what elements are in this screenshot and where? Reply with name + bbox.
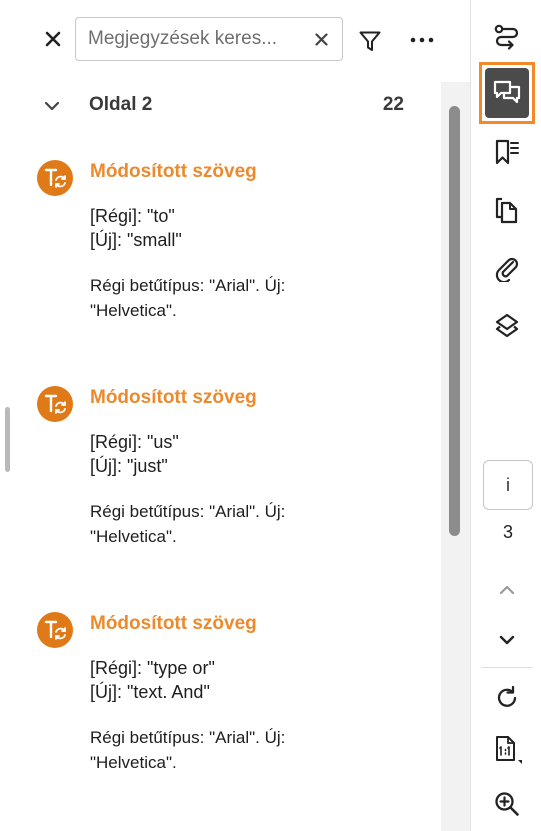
chevron-down-icon bbox=[40, 94, 64, 118]
comments-button[interactable] bbox=[485, 68, 529, 118]
page-group-header[interactable]: Oldal 2 22 bbox=[0, 86, 440, 124]
filter-button[interactable] bbox=[355, 26, 385, 56]
zoom-in-button[interactable] bbox=[483, 782, 531, 826]
attachments-button[interactable] bbox=[483, 246, 531, 290]
comment-item[interactable]: Módosított szöveg [Régi]: "to" [Új]: "sm… bbox=[0, 160, 440, 360]
attachment-icon bbox=[495, 257, 519, 282]
more-options-button[interactable] bbox=[406, 26, 438, 54]
avatar bbox=[37, 160, 73, 196]
avatar bbox=[37, 386, 73, 422]
text-replace-icon bbox=[44, 620, 66, 640]
comment-new-text: [Új]: "just" bbox=[90, 456, 168, 476]
search-box bbox=[75, 17, 343, 61]
previous-page-button[interactable] bbox=[483, 568, 531, 612]
scrollbar-thumb[interactable] bbox=[449, 106, 460, 536]
more-horizontal-icon bbox=[410, 37, 434, 43]
comment-font-change-cont: "Helvetica". bbox=[90, 753, 177, 772]
text-replace-icon bbox=[44, 394, 66, 414]
layers-icon bbox=[495, 313, 519, 338]
close-icon bbox=[45, 31, 61, 47]
comment-title: Módosított szöveg bbox=[90, 161, 257, 182]
comment-font-change-cont: "Helvetica". bbox=[90, 527, 177, 546]
comment-item[interactable]: Módosított szöveg [Régi]: "type or" [Új]… bbox=[0, 612, 440, 812]
actual-size-button[interactable] bbox=[483, 728, 531, 772]
page-total: 3 bbox=[502, 522, 513, 542]
comments-panel: Oldal 2 22 Módosított szöveg [Régi]: "to… bbox=[0, 0, 470, 831]
comment-old-text: [Régi]: "us" bbox=[90, 432, 179, 452]
page-group-count: 22 bbox=[382, 94, 404, 115]
comments-button-highlight bbox=[479, 62, 535, 124]
panel-resize-handle[interactable] bbox=[5, 407, 10, 472]
comment-title: Módosított szöveg bbox=[90, 613, 257, 634]
right-toolbar: 3 bbox=[470, 0, 541, 831]
chevron-up-icon bbox=[499, 585, 515, 595]
bookmarks-icon bbox=[495, 139, 519, 165]
close-icon bbox=[314, 32, 328, 46]
actual-size-icon bbox=[496, 736, 522, 764]
pages-icon bbox=[495, 197, 518, 224]
next-page-button[interactable] bbox=[483, 618, 531, 662]
comments-icon bbox=[493, 80, 521, 104]
clear-search-button[interactable] bbox=[310, 28, 332, 50]
comment-new-text: [Új]: "small" bbox=[90, 230, 182, 250]
comment-title: Módosított szöveg bbox=[90, 387, 257, 408]
comment-old-text: [Régi]: "type or" bbox=[90, 658, 215, 678]
comment-font-change: Régi betűtípus: "Arial". Új: bbox=[90, 502, 286, 521]
page-number-input[interactable] bbox=[483, 460, 533, 510]
page-group-title: Oldal 2 bbox=[89, 94, 153, 115]
comment-old-text: [Régi]: "to" bbox=[90, 206, 175, 226]
rotate-icon bbox=[497, 685, 517, 707]
compare-button[interactable] bbox=[483, 15, 531, 59]
avatar bbox=[37, 612, 73, 648]
search-input[interactable] bbox=[88, 18, 308, 60]
comment-font-change-cont: "Helvetica". bbox=[90, 301, 177, 320]
rotate-button[interactable] bbox=[483, 676, 531, 720]
chevron-down-icon bbox=[499, 635, 515, 645]
close-panel-button[interactable] bbox=[38, 24, 68, 54]
pages-button[interactable] bbox=[483, 188, 531, 232]
comment-font-change: Régi betűtípus: "Arial". Új: bbox=[90, 728, 286, 747]
layers-button[interactable] bbox=[483, 304, 531, 348]
zoom-in-icon bbox=[495, 792, 519, 816]
comment-font-change: Régi betűtípus: "Arial". Új: bbox=[90, 276, 286, 295]
filter-icon bbox=[359, 31, 381, 51]
comment-new-text: [Új]: "text. And" bbox=[90, 682, 210, 702]
bookmarks-button[interactable] bbox=[483, 130, 531, 174]
comment-item[interactable]: Módosított szöveg [Régi]: "us" [Új]: "ju… bbox=[0, 386, 440, 586]
text-replace-icon bbox=[44, 168, 66, 188]
compare-icon bbox=[494, 24, 519, 50]
toolbar-divider bbox=[481, 667, 533, 668]
